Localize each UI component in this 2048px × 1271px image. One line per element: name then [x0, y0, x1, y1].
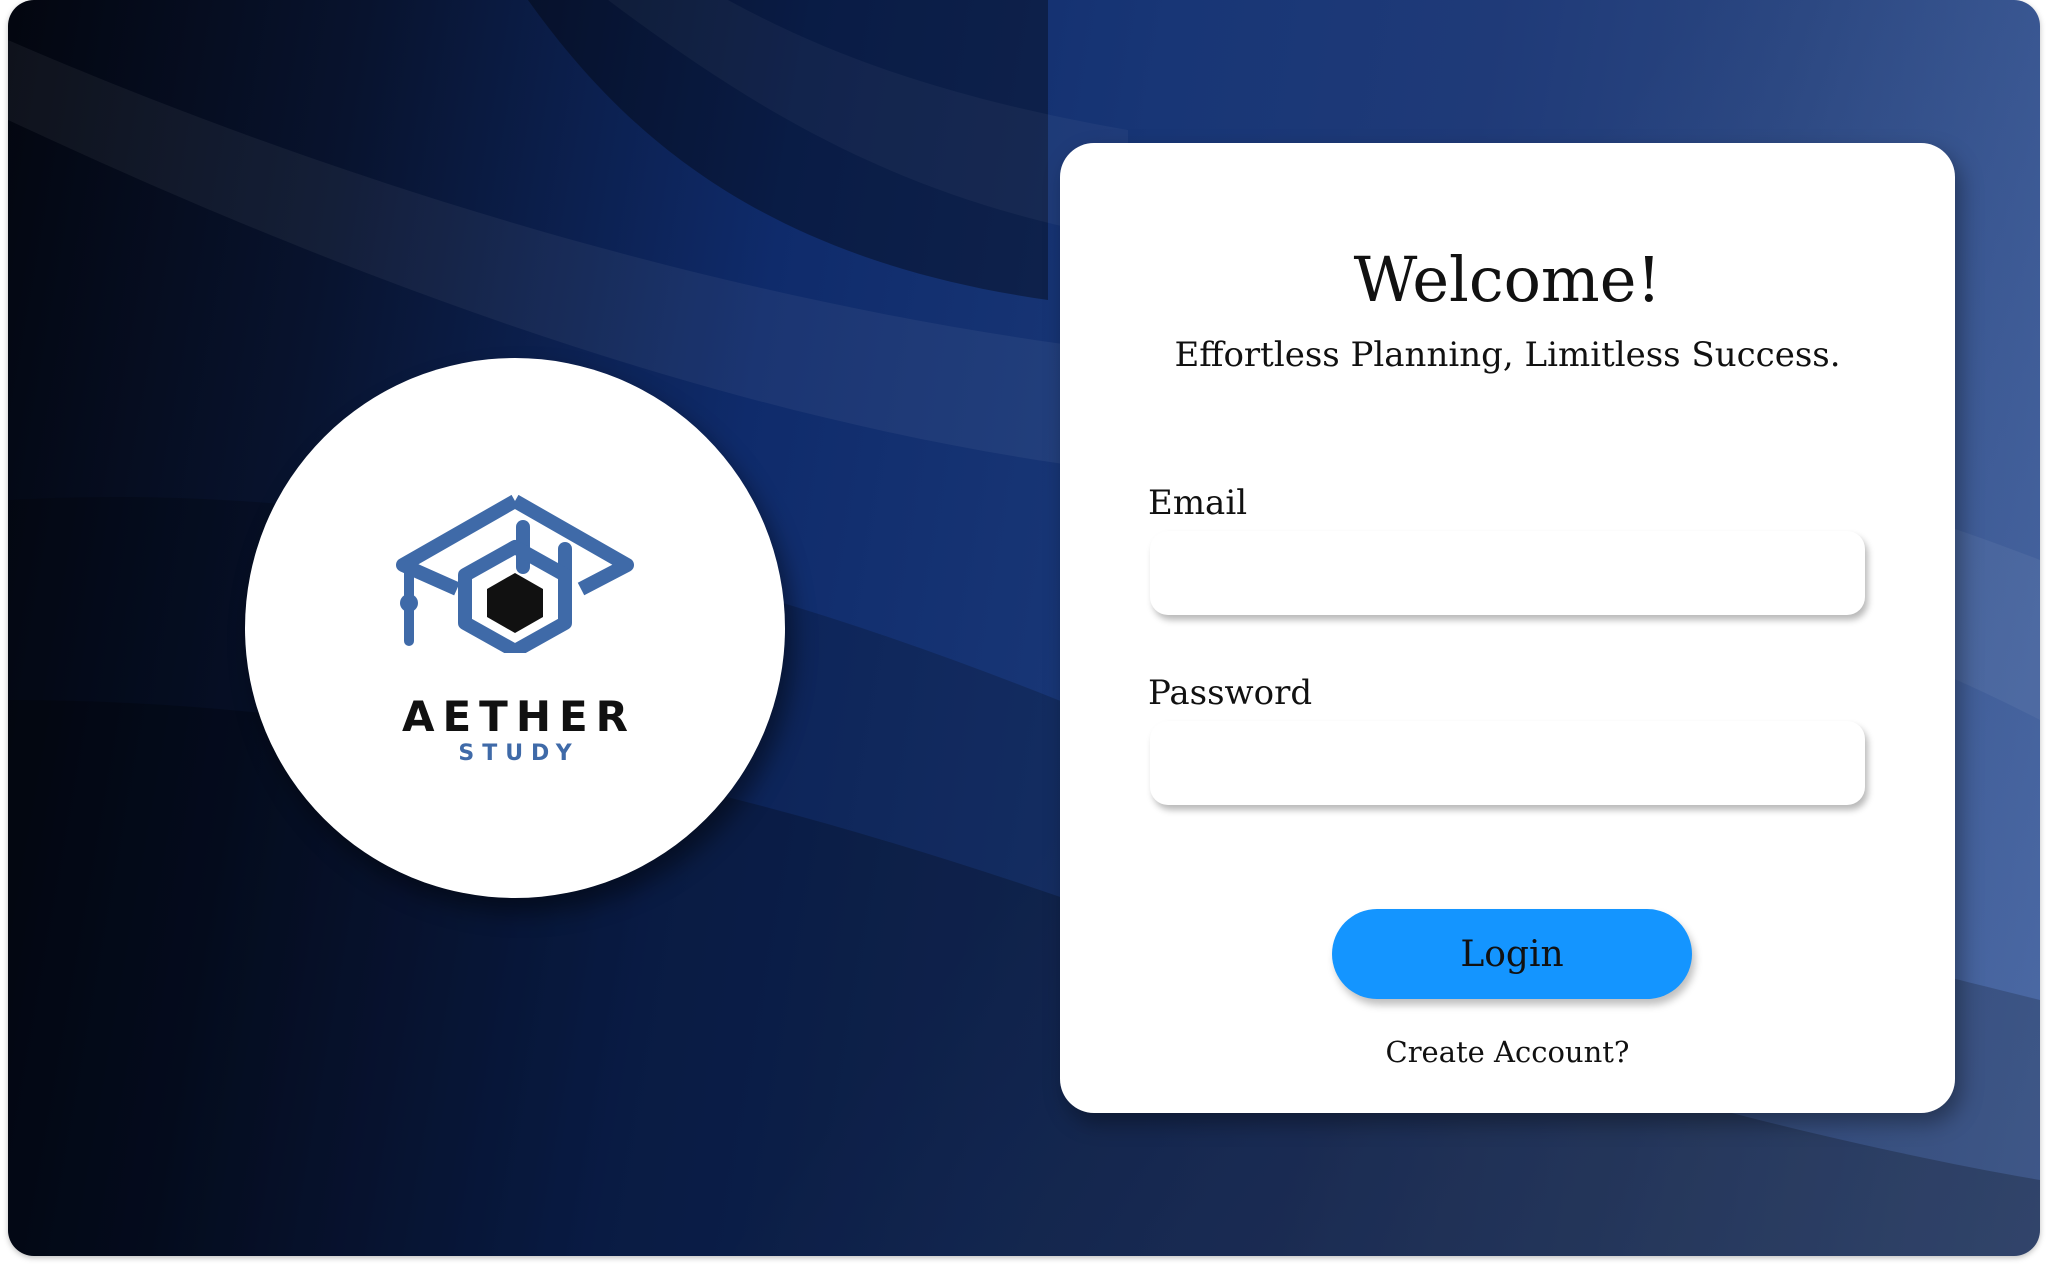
login-button[interactable]: Login — [1332, 909, 1692, 999]
email-label: Email — [1148, 483, 1248, 523]
email-field[interactable] — [1150, 531, 1865, 615]
graduation-cap-hexagon-icon — [396, 494, 634, 653]
tagline: Effortless Planning, Limitless Success. — [1174, 335, 1841, 375]
brand-subname: STUDY — [458, 741, 580, 766]
brand-name: AETHER — [401, 692, 637, 741]
login-screen: AETHER STUDY Welcome! Effortless Plannin… — [8, 0, 2040, 1256]
login-card: Welcome! Effortless Planning, Limitless … — [1060, 143, 1955, 1113]
brand-logo: AETHER STUDY — [245, 358, 785, 898]
password-label: Password — [1148, 673, 1313, 713]
password-field[interactable] — [1150, 721, 1865, 805]
create-account-link[interactable]: Create Account? — [1060, 1035, 1955, 1069]
page-title: Welcome! — [1353, 243, 1662, 316]
